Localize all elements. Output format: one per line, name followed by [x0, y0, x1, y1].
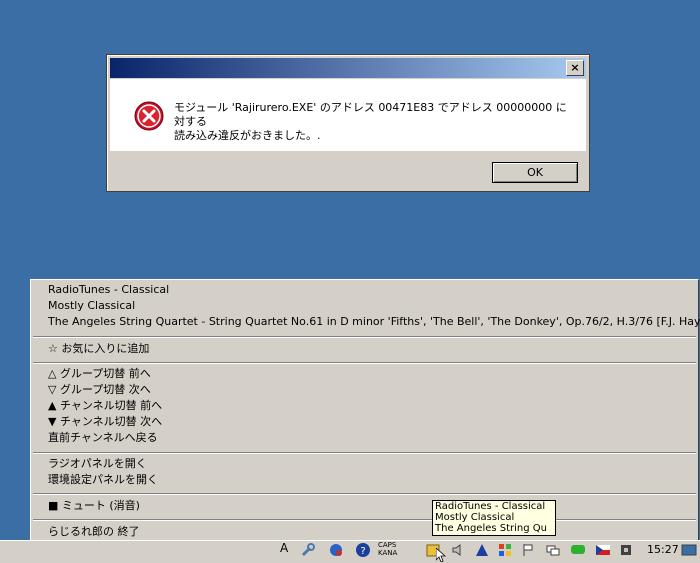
menu-separator — [33, 362, 696, 364]
windows-flag-icon[interactable] — [497, 542, 513, 558]
triangle-app-icon[interactable] — [474, 542, 490, 558]
mouse-cursor-icon — [436, 548, 446, 562]
menu-item-track[interactable]: The Angeles String Quartet - String Quar… — [48, 314, 700, 330]
menu-item-group-next[interactable]: ▽ グループ切替 次へ — [48, 382, 151, 398]
menu-item-channel[interactable]: Mostly Classical — [48, 298, 135, 314]
wrench-icon[interactable] — [300, 542, 316, 558]
tooltip-line2: Mostly Classical — [435, 512, 515, 523]
dialog-body: モジュール 'Rajirurero.EXE' のアドレス 00471E83 でア… — [110, 79, 586, 151]
menu-item-exit[interactable]: らじるれ郎の 終了 — [48, 524, 140, 540]
network-icon[interactable] — [545, 542, 561, 558]
menu-separator — [33, 493, 696, 495]
menu-item-channel-next[interactable]: ▼ チャンネル切替 次へ — [48, 414, 162, 430]
menu-separator — [33, 336, 696, 338]
menu-item-open-settings-panel[interactable]: 環境設定パネルを開く — [48, 472, 158, 488]
ime-status[interactable]: CAPS KANA — [378, 541, 397, 557]
error-message: モジュール 'Rajirurero.EXE' のアドレス 00471E83 でア… — [174, 101, 574, 143]
ime-mode-label[interactable]: A — [280, 541, 288, 555]
error-dialog: × モジュール 'Rajirurero.EXE' のアドレス 00471E83 … — [106, 54, 590, 192]
menu-separator — [33, 452, 696, 454]
security-icon[interactable] — [618, 542, 634, 558]
help-icon[interactable]: ? — [355, 542, 371, 558]
ime-kana-label: KANA — [378, 549, 398, 557]
error-message-line2: 読み込み違反がおきました。. — [174, 129, 321, 142]
flag-icon[interactable] — [520, 542, 536, 558]
tooltip-line3: The Angeles String Qu — [435, 523, 548, 534]
menu-item-back-channel[interactable]: 直前チャンネルへ戻る — [48, 430, 158, 446]
show-desktop-icon[interactable] — [681, 542, 697, 558]
ok-button[interactable]: OK — [492, 162, 578, 183]
ime-caps-label: CAPS — [378, 541, 397, 549]
error-icon — [134, 101, 164, 131]
tray-tooltip: RadioTunes - Classical Mostly Classical … — [432, 500, 556, 536]
taskbar-clock[interactable]: 15:27 — [647, 543, 679, 556]
menu-item-mute[interactable]: ■ ミュート (消音) — [48, 498, 140, 514]
dialog-titlebar[interactable]: × — [110, 58, 586, 78]
speaker-icon[interactable] — [450, 542, 466, 558]
menu-separator — [33, 519, 696, 521]
tooltip-line1: RadioTunes - Classical — [435, 501, 546, 512]
menu-item-station[interactable]: RadioTunes - Classical — [48, 282, 169, 298]
close-button[interactable]: × — [566, 60, 584, 76]
chat-bubble-icon[interactable] — [570, 542, 586, 558]
menu-item-group-prev[interactable]: △ グループ切替 前へ — [48, 366, 151, 382]
tray-context-menu: RadioTunes - Classical Mostly Classical … — [30, 279, 700, 544]
language-flag-icon[interactable] — [595, 542, 611, 558]
network-globe-icon[interactable] — [328, 542, 344, 558]
error-message-line1: モジュール 'Rajirurero.EXE' のアドレス 00471E83 でア… — [174, 101, 567, 128]
menu-item-channel-prev[interactable]: ▲ チャンネル切替 前へ — [48, 398, 162, 414]
menu-item-add-favorite[interactable]: ☆ お気に入りに追加 — [48, 341, 149, 357]
svg-text:?: ? — [360, 546, 365, 557]
menu-item-open-radio-panel[interactable]: ラジオパネルを開く — [48, 456, 147, 472]
